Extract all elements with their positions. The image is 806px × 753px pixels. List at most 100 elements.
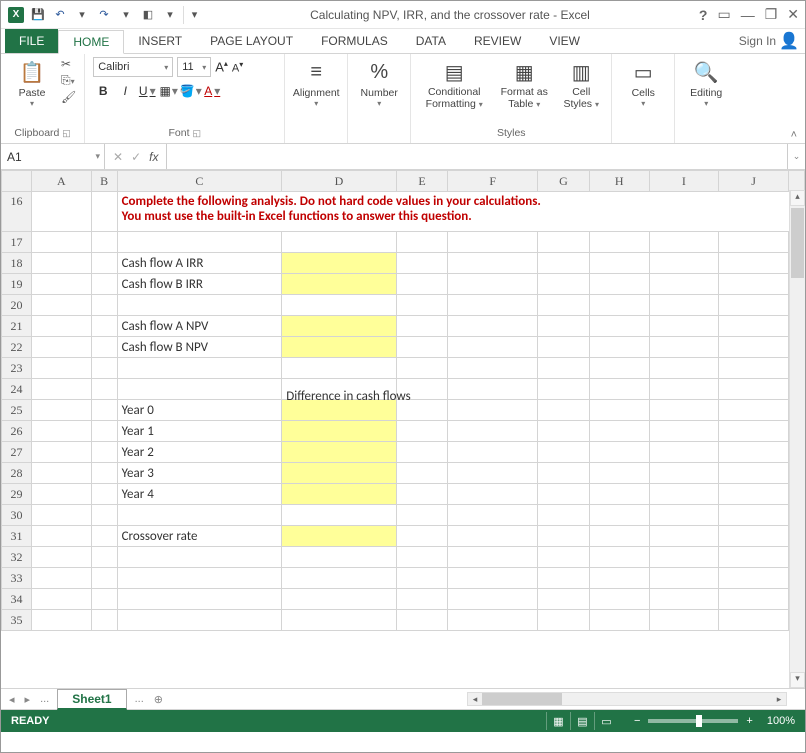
cut-icon[interactable]: ✂: [61, 57, 76, 71]
cell-E28[interactable]: [396, 463, 448, 484]
horizontal-scrollbar[interactable]: ◂ ▸: [467, 692, 787, 706]
cell-B30[interactable]: [91, 505, 117, 526]
cell-F24[interactable]: [448, 379, 538, 400]
cell-E23[interactable]: [396, 358, 448, 379]
cell-J28[interactable]: [719, 463, 789, 484]
cell-B22[interactable]: [91, 337, 117, 358]
row-header-35[interactable]: 35: [2, 610, 32, 631]
row-header-28[interactable]: 28: [2, 463, 32, 484]
cell-J26[interactable]: [719, 421, 789, 442]
cell-E35[interactable]: [396, 610, 448, 631]
cell-F17[interactable]: [448, 232, 538, 253]
col-header-B[interactable]: B: [91, 171, 117, 192]
tab-home[interactable]: HOME: [58, 30, 124, 54]
view-page-break-icon[interactable]: ▭: [594, 712, 618, 730]
cell-E26[interactable]: [396, 421, 448, 442]
cell-A17[interactable]: [31, 232, 91, 253]
row-header-19[interactable]: 19: [2, 274, 32, 295]
zoom-out-icon[interactable]: −: [634, 715, 640, 727]
cell-H35[interactable]: [589, 610, 649, 631]
fill-color-icon[interactable]: 🪣▾: [181, 81, 201, 101]
alignment-button[interactable]: ≡ Alignment ▾: [293, 57, 339, 108]
cell-A26[interactable]: [31, 421, 91, 442]
cell-I21[interactable]: [649, 316, 719, 337]
font-launcher-icon[interactable]: ◱: [192, 128, 201, 138]
cell-D32[interactable]: [282, 547, 396, 568]
cell-B33[interactable]: [91, 568, 117, 589]
cell-A21[interactable]: [31, 316, 91, 337]
cell-H34[interactable]: [589, 589, 649, 610]
cell-H21[interactable]: [589, 316, 649, 337]
cell-E22[interactable]: [396, 337, 448, 358]
cell-B34[interactable]: [91, 589, 117, 610]
help-icon[interactable]: ?: [699, 7, 708, 23]
row-header-20[interactable]: 20: [2, 295, 32, 316]
new-sheet-icon[interactable]: ⊕: [152, 693, 165, 706]
cell-B23[interactable]: [91, 358, 117, 379]
cell-F25[interactable]: [448, 400, 538, 421]
number-button[interactable]: % Number ▾: [356, 57, 402, 108]
cell-G19[interactable]: [538, 274, 590, 295]
sheet-nav-next-icon[interactable]: ▸: [23, 693, 33, 706]
cell-I27[interactable]: [649, 442, 719, 463]
cell-I22[interactable]: [649, 337, 719, 358]
cell-G28[interactable]: [538, 463, 590, 484]
cell-H23[interactable]: [589, 358, 649, 379]
cell-G31[interactable]: [538, 526, 590, 547]
cell-I23[interactable]: [649, 358, 719, 379]
cell-J21[interactable]: [719, 316, 789, 337]
format-painter-icon[interactable]: 🖌: [61, 90, 76, 104]
cell-D31[interactable]: [282, 526, 396, 547]
cell-E33[interactable]: [396, 568, 448, 589]
tab-data[interactable]: DATA: [402, 29, 460, 53]
cell-C24[interactable]: [117, 379, 282, 400]
cell-G18[interactable]: [538, 253, 590, 274]
col-header-I[interactable]: I: [649, 171, 719, 192]
alignment-dropdown-icon[interactable]: ▾: [314, 99, 318, 108]
ribbon-display-icon[interactable]: ▭: [717, 6, 730, 23]
cell-I18[interactable]: [649, 253, 719, 274]
cell-F27[interactable]: [448, 442, 538, 463]
cell-B28[interactable]: [91, 463, 117, 484]
cell-C33[interactable]: [117, 568, 282, 589]
cell-H28[interactable]: [589, 463, 649, 484]
cell-B24[interactable]: [91, 379, 117, 400]
col-header-C[interactable]: C: [117, 171, 282, 192]
cell-B35[interactable]: [91, 610, 117, 631]
row-header-34[interactable]: 34: [2, 589, 32, 610]
cell-E18[interactable]: [396, 253, 448, 274]
cell-F26[interactable]: [448, 421, 538, 442]
cell-H33[interactable]: [589, 568, 649, 589]
cell-A30[interactable]: [31, 505, 91, 526]
conditional-formatting-button[interactable]: ▤ ConditionalFormatting ▾: [419, 57, 489, 110]
cell-A19[interactable]: [31, 274, 91, 295]
name-box-dropdown-icon[interactable]: ▾: [95, 151, 100, 162]
cell-I17[interactable]: [649, 232, 719, 253]
vscroll-thumb[interactable]: [791, 208, 804, 278]
cell-F30[interactable]: [448, 505, 538, 526]
cell-C22[interactable]: Cash flow B NPV: [117, 337, 282, 358]
cell-J22[interactable]: [719, 337, 789, 358]
vertical-scrollbar[interactable]: ▴ ▾: [789, 190, 805, 688]
cell-C23[interactable]: [117, 358, 282, 379]
cell-B25[interactable]: [91, 400, 117, 421]
cell-B17[interactable]: [91, 232, 117, 253]
cell-J29[interactable]: [719, 484, 789, 505]
cell-G26[interactable]: [538, 421, 590, 442]
sign-in-button[interactable]: Sign In 👤: [733, 29, 805, 53]
copy-icon[interactable]: ⎘▾: [61, 73, 76, 88]
cell-E19[interactable]: [396, 274, 448, 295]
col-header-D[interactable]: D: [282, 171, 396, 192]
cell-A35[interactable]: [31, 610, 91, 631]
cell-B21[interactable]: [91, 316, 117, 337]
cell-J32[interactable]: [719, 547, 789, 568]
cell-F22[interactable]: [448, 337, 538, 358]
cell-E27[interactable]: [396, 442, 448, 463]
col-header-K[interactable]: [788, 171, 804, 192]
cell-H18[interactable]: [589, 253, 649, 274]
cell-E29[interactable]: [396, 484, 448, 505]
cell-C34[interactable]: [117, 589, 282, 610]
row-header-25[interactable]: 25: [2, 400, 32, 421]
cell-H25[interactable]: [589, 400, 649, 421]
cell-D30[interactable]: [282, 505, 396, 526]
